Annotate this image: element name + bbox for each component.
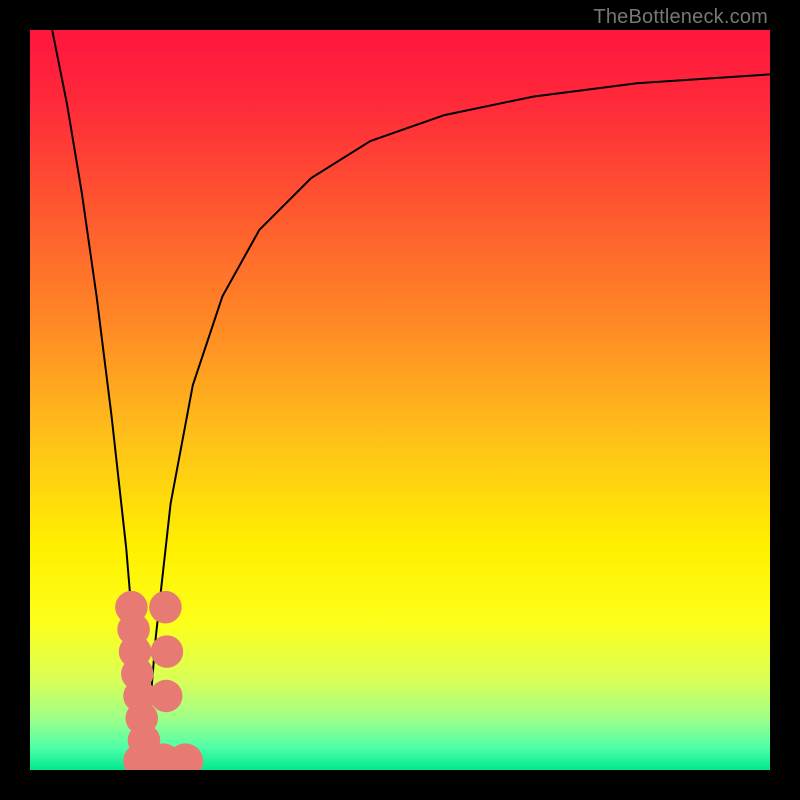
bottleneck-curve-right [145,74,770,770]
data-marker [149,591,182,624]
curve-layer [30,30,770,770]
plot-area [30,30,770,770]
chart-frame: TheBottleneck.com [0,0,800,800]
data-marker [150,680,183,713]
watermark-text: TheBottleneck.com [593,6,768,29]
data-marker [151,635,184,668]
data-markers [115,591,203,770]
